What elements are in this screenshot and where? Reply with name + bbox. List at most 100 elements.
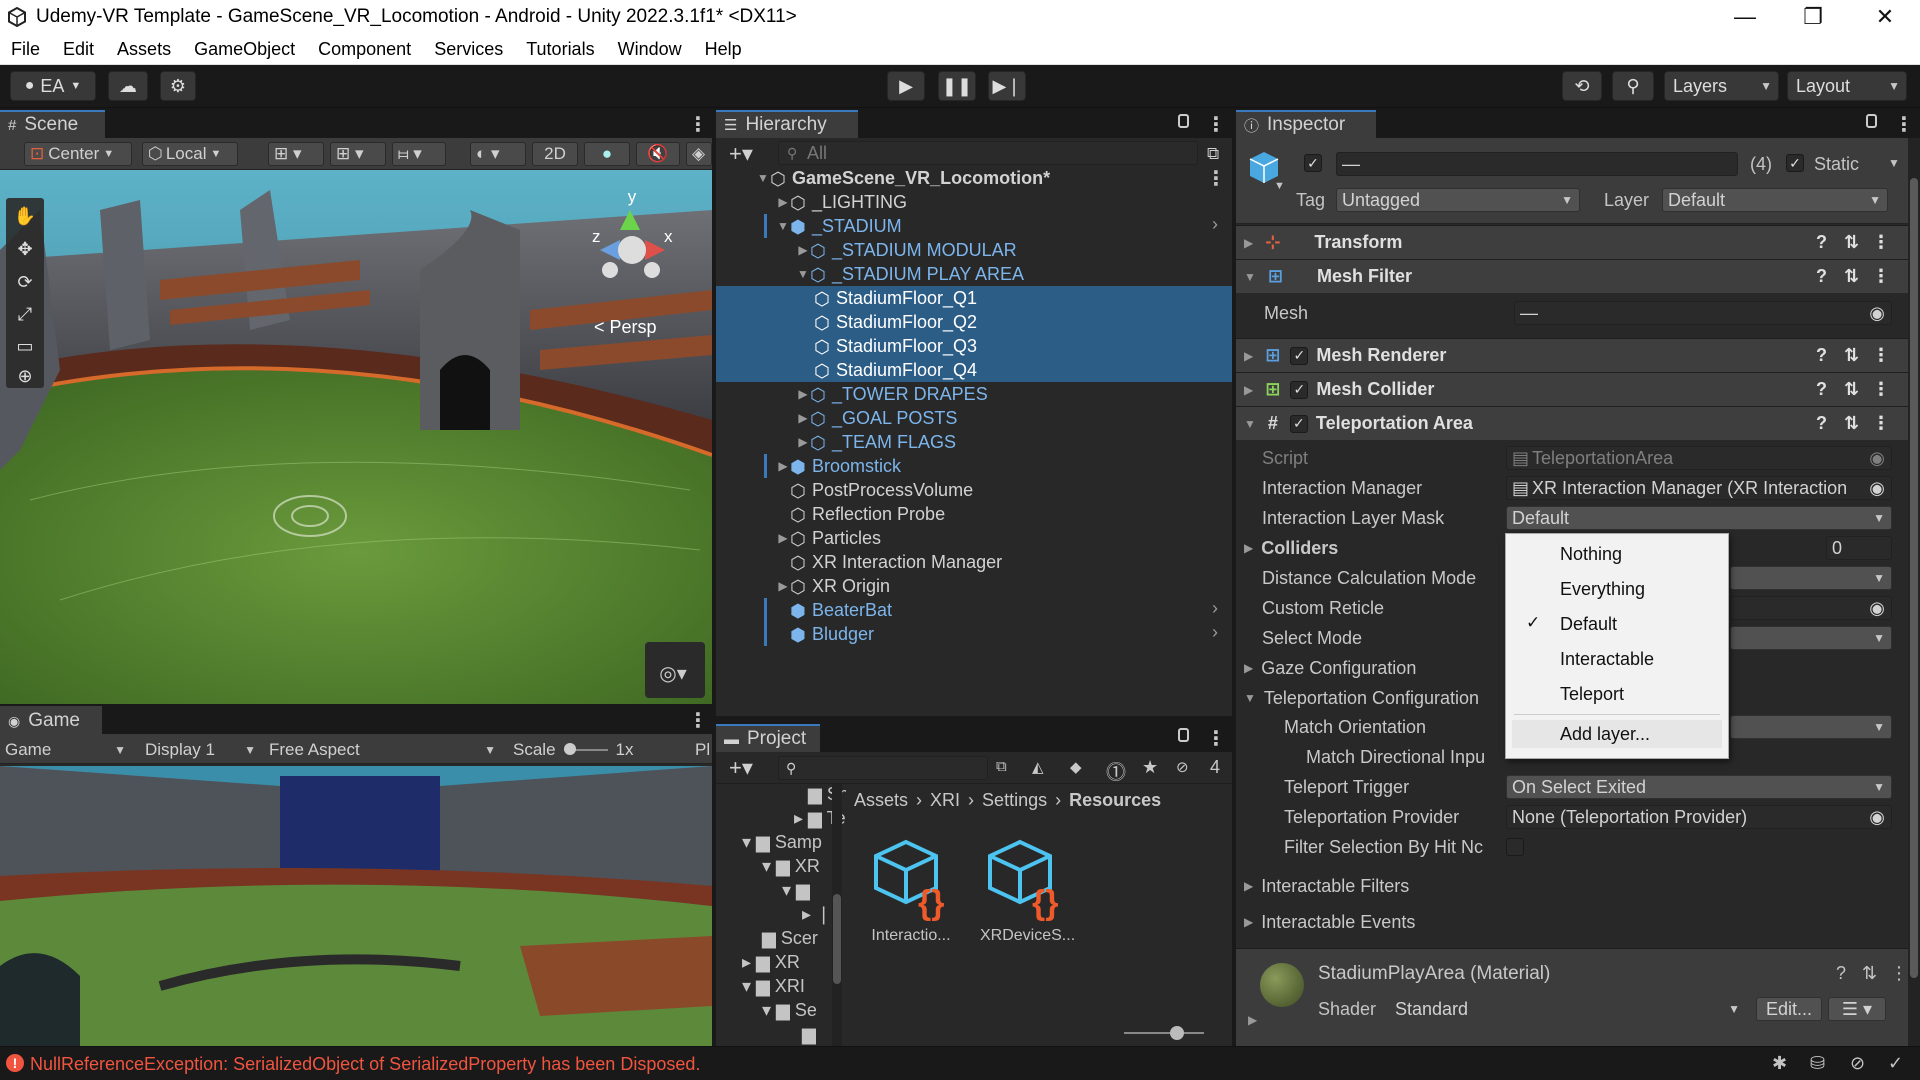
error-icon[interactable]: ! <box>6 1054 24 1072</box>
layer-dropdown[interactable]: Default ▼ <box>1662 188 1888 212</box>
interactable-events-foldout[interactable]: ▶ Interactable Events <box>1244 909 1415 935</box>
component-menu-icon[interactable]: ⋮ <box>1872 266 1890 287</box>
component-menu-icon[interactable]: ⋮ <box>1872 232 1890 253</box>
shading-dropdown[interactable]: ◐ ▾ <box>470 142 526 166</box>
active-checkbox[interactable]: ✓ <box>1304 154 1322 172</box>
help-icon[interactable]: ? <box>1816 232 1827 253</box>
shader-dropdown[interactable]: Standard ▼ <box>1390 997 1746 1021</box>
console-error-message[interactable]: NullReferenceException: SerializedObject… <box>30 1054 700 1075</box>
match-orientation-dropdown[interactable]: ▼ <box>1730 715 1892 739</box>
auto-generate-lighting-icon[interactable]: ⊘ <box>1850 1053 1865 1074</box>
distance-mode-dropdown[interactable]: ▼ <box>1730 566 1892 590</box>
search-button[interactable]: ⚲ <box>1612 71 1654 101</box>
scene-menu-kebab-icon[interactable]: ⋮ <box>1206 166 1226 191</box>
scale-tool-icon[interactable]: ⤢ <box>18 304 33 324</box>
help-icon[interactable]: ? <box>1816 345 1827 366</box>
hierarchy-row-floor-q3[interactable]: ⬡ StadiumFloor_Q3 <box>716 334 1232 358</box>
hierarchy-row-beaterbat[interactable]: ⬢ BeaterBat <box>716 598 1140 622</box>
label-icon[interactable]: ◆ <box>1070 758 1082 776</box>
cache-server-icon[interactable]: ⛁ <box>1810 1053 1825 1074</box>
presets-icon[interactable]: ⇅ <box>1844 413 1859 434</box>
mesh-collider-enabled-checkbox[interactable]: ✓ <box>1290 380 1309 399</box>
presets-icon[interactable]: ⇅ <box>1862 963 1877 984</box>
tab-project[interactable]: ▬ Project <box>716 724 820 752</box>
gaze-foldout[interactable]: ▶ Gaze Configuration <box>1244 655 1416 681</box>
folder-row[interactable]: ▾ ▆ Samp <box>742 832 822 853</box>
asset-tile[interactable]: {} XRDeviceS... <box>980 836 1075 956</box>
game-viewport[interactable] <box>0 766 712 1046</box>
hierarchy-row-floor-q2[interactable]: ⬡ StadiumFloor_Q2 <box>716 310 1232 334</box>
icon-size-slider[interactable] <box>1124 1026 1204 1040</box>
ruler-button[interactable]: ⧦ ▾ <box>392 142 446 166</box>
chevron-down-icon[interactable]: ▼ <box>1274 180 1285 192</box>
object-picker-icon[interactable]: ◉ <box>1869 303 1885 324</box>
help-icon[interactable]: ? <box>1816 266 1827 287</box>
layout-dropdown[interactable]: Layout ▼ <box>1787 71 1907 101</box>
maximize-icon[interactable]: ❐ <box>1778 0 1848 34</box>
lighting-toggle[interactable]: ● <box>584 142 630 166</box>
hierarchy-row-team-flags[interactable]: ▶ ⬡ _TEAM FLAGS <box>716 430 1140 454</box>
hierarchy-row-postprocess[interactable]: ⬡ PostProcessVolume <box>716 478 1140 502</box>
menu-window[interactable]: Window <box>607 39 694 60</box>
inspector-menu-icon[interactable]: ⋮ <box>1894 112 1914 137</box>
custom-reticle-field[interactable]: ◉ <box>1730 596 1892 620</box>
component-transform[interactable]: ▶ ⊹ Transform ? ⇅ ⋮ <box>1236 225 1918 259</box>
scene-viewport[interactable]: ✋ ✥ ⟳ ⤢ ▭ ⊕ y x z < Persp ◎▾ <box>0 170 712 704</box>
menu-component[interactable]: Component <box>307 39 423 60</box>
menu-file[interactable]: File <box>0 39 52 60</box>
debug-bug-icon[interactable]: ✱ <box>1772 1053 1787 1074</box>
help-icon[interactable]: ? <box>1836 963 1846 984</box>
menu-tutorials[interactable]: Tutorials <box>515 39 606 60</box>
game-menu-icon[interactable]: ⋮ <box>688 708 708 733</box>
step-button[interactable]: ▶❘ <box>988 71 1026 101</box>
audio-toggle[interactable]: 🔇 <box>636 142 680 166</box>
presets-icon[interactable]: ⇅ <box>1844 266 1859 287</box>
object-picker-icon[interactable]: ◉ <box>1869 807 1885 828</box>
object-name-input[interactable]: — <box>1336 152 1738 176</box>
component-menu-icon[interactable]: ⋮ <box>1872 379 1890 400</box>
project-search-input[interactable]: ⚲ <box>778 756 988 780</box>
folder-row[interactable]: ▾ ▆ <box>782 880 810 901</box>
component-mesh-collider[interactable]: ▶ ⊞ ✓ Mesh Collider ? ⇅ ⋮ <box>1236 372 1918 406</box>
teleportation-area-enabled-checkbox[interactable]: ✓ <box>1289 414 1308 433</box>
alert-icon[interactable]: ⓵ <box>1106 756 1126 785</box>
tree-scrollbar[interactable] <box>832 784 842 1046</box>
menu-services[interactable]: Services <box>423 39 515 60</box>
presets-icon[interactable]: ⇅ <box>1844 345 1859 366</box>
hierarchy-row-scene[interactable]: ▼ ⬡ GameScene_VR_Locomotion* <box>716 166 1140 190</box>
collab-button[interactable]: ⚙ <box>160 71 196 101</box>
grid-snap-button[interactable]: ⊞ ▾ <box>268 142 324 166</box>
lock-icon[interactable] <box>1178 728 1189 742</box>
hierarchy-row-stadium-play-area[interactable]: ▼ ⬡ _STADIUM PLAY AREA <box>716 262 1140 286</box>
folder-row[interactable]: ▸ ▆ XR <box>742 952 800 973</box>
tab-hierarchy[interactable]: ☰ Hierarchy <box>716 110 858 138</box>
perspective-label[interactable]: < Persp <box>594 317 657 337</box>
rect-tool-icon[interactable]: ▭ <box>16 336 33 356</box>
move-tool-icon[interactable]: ✥ <box>17 239 32 259</box>
component-menu-icon[interactable]: ⋮ <box>1872 345 1890 366</box>
filter-selection-checkbox[interactable] <box>1506 838 1524 856</box>
play-button[interactable]: ▶ <box>887 71 925 101</box>
display-dropdown[interactable]: Display 1 ▼ <box>140 738 262 762</box>
pause-button[interactable]: ❚❚ <box>938 71 976 101</box>
hierarchy-row-broomstick[interactable]: ▶ ⬢ Broomstick <box>716 454 1140 478</box>
menu-help[interactable]: Help <box>694 39 754 60</box>
select-mode-dropdown[interactable]: ▼ <box>1730 626 1892 650</box>
pivot-dropdown[interactable]: ⊡ Center ▼ <box>24 142 132 166</box>
hand-tool-icon[interactable]: ✋ <box>14 205 36 226</box>
play-focus-label[interactable]: Pl <box>690 738 712 762</box>
cloud-button[interactable]: ☁ <box>108 71 148 101</box>
folder-row[interactable]: ▆ <box>802 1024 816 1045</box>
asset-tile[interactable]: {} Interactio... <box>866 836 956 956</box>
tab-scene[interactable]: # Scene <box>0 110 105 138</box>
filter-type-icon[interactable]: ◭ <box>1032 758 1044 776</box>
component-menu-icon[interactable]: ⋮ <box>1872 413 1890 434</box>
transform-tool-icon[interactable]: ⊕ <box>17 366 32 386</box>
component-menu-icon[interactable]: ⋮ <box>1890 963 1908 984</box>
check-circle-icon[interactable]: ✓ <box>1888 1053 1903 1074</box>
option-nothing[interactable]: Nothing <box>1560 540 1622 568</box>
aspect-dropdown[interactable]: Free Aspect ▼ <box>264 738 502 762</box>
breadcrumb-xri[interactable]: XRI <box>930 790 960 811</box>
game-view-dropdown[interactable]: Game ▼ <box>0 738 132 762</box>
teleport-provider-field[interactable]: None (Teleportation Provider) ◉ <box>1506 805 1892 829</box>
